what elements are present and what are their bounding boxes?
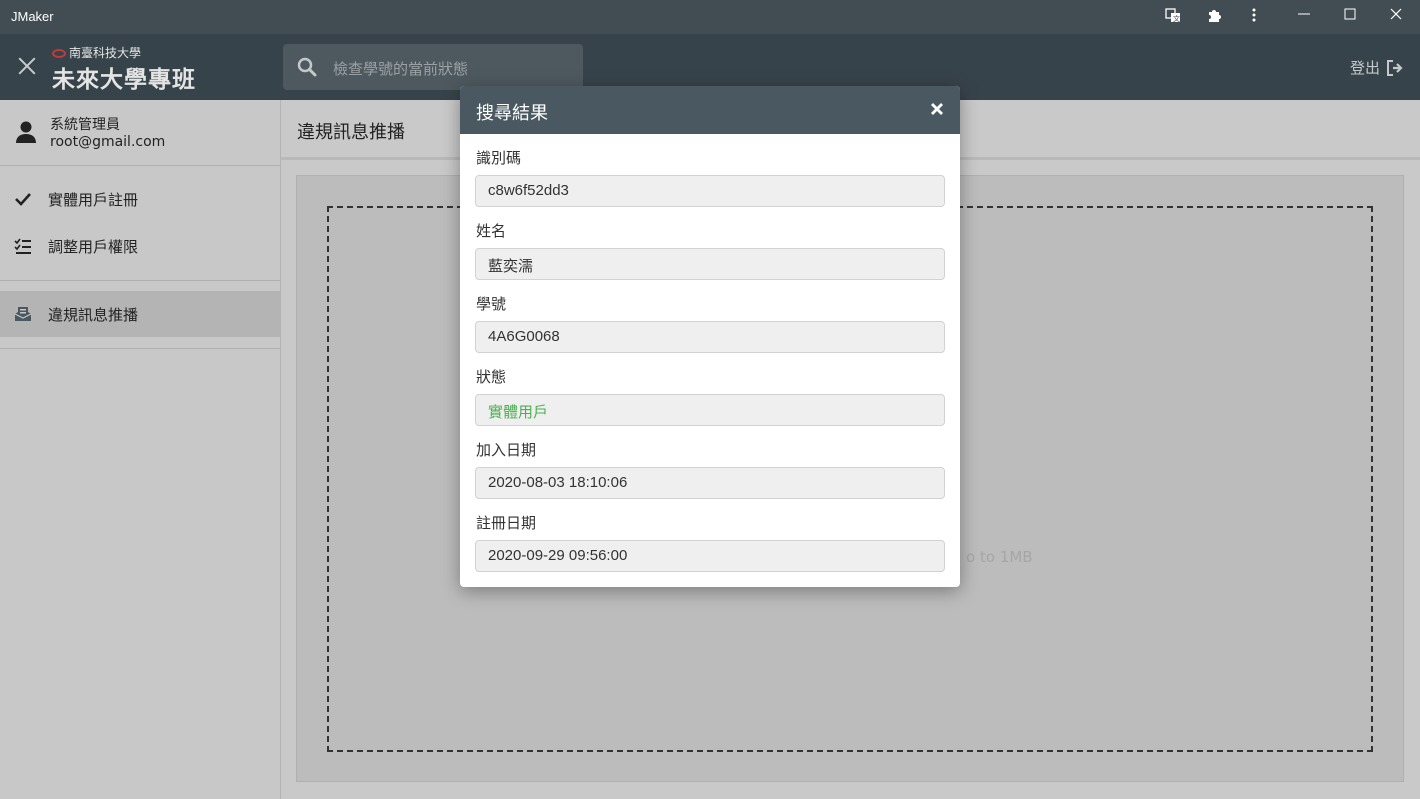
status-label: 狀態 bbox=[476, 368, 507, 386]
logout-button[interactable]: 登出 bbox=[1350, 57, 1404, 78]
translate-icon[interactable]: 文 bbox=[1163, 7, 1183, 27]
join-date-field: 2020-08-03 18:10:06 bbox=[475, 467, 945, 499]
user-email: root@gmail.com bbox=[50, 134, 166, 150]
puzzle-icon[interactable] bbox=[1204, 7, 1224, 27]
modal-close-button[interactable] bbox=[926, 98, 948, 120]
checklist-icon bbox=[14, 237, 32, 255]
minimize-icon[interactable] bbox=[1294, 7, 1314, 27]
sidebar: 系統管理員 root@gmail.com 實體用戶註冊 調整用戶權限 違規訊息推… bbox=[0, 100, 281, 799]
window-title: JMaker bbox=[11, 9, 54, 24]
modal-header: 搜尋結果 bbox=[460, 86, 960, 134]
search-input[interactable]: 檢查學號的當前狀態 bbox=[283, 44, 583, 90]
search-icon bbox=[297, 57, 317, 77]
name-label: 姓名 bbox=[476, 222, 507, 240]
logout-label: 登出 bbox=[1349, 59, 1380, 77]
status-field: 實體用戶 bbox=[475, 394, 945, 426]
sidebar-item-violation-push[interactable]: 違規訊息推播 bbox=[0, 291, 280, 337]
student-id-field: 4A6G0068 bbox=[475, 321, 945, 353]
svg-text:文: 文 bbox=[1173, 14, 1180, 23]
sidebar-item-label: 實體用戶註冊 bbox=[48, 191, 139, 209]
dropzone-hint: o to 1MB bbox=[966, 548, 1033, 566]
sidebar-divider bbox=[0, 348, 280, 349]
user-name: 系統管理員 bbox=[50, 117, 120, 133]
school-logo: 南臺科技大學 未來大學專班 bbox=[52, 44, 212, 93]
sign-out-icon bbox=[1387, 60, 1403, 76]
id-label: 識別碼 bbox=[476, 149, 522, 167]
sidebar-item-label: 違規訊息推播 bbox=[48, 306, 139, 324]
mailbox-icon bbox=[14, 305, 32, 323]
user-icon bbox=[16, 120, 36, 144]
name-field: 藍奕濡 bbox=[475, 248, 945, 280]
logo-school-name: 南臺科技大學 bbox=[69, 46, 142, 60]
window-close-icon[interactable] bbox=[1386, 7, 1406, 27]
page-title: 違規訊息推播 bbox=[297, 122, 405, 143]
search-placeholder: 檢查學號的當前狀態 bbox=[333, 60, 469, 78]
sidebar-item-permissions[interactable]: 調整用戶權限 bbox=[0, 223, 280, 269]
join-date-label: 加入日期 bbox=[476, 441, 537, 459]
logo-emblem-icon bbox=[52, 49, 66, 58]
user-profile: 系統管理員 root@gmail.com bbox=[0, 100, 280, 166]
window-titlebar: JMaker 文 bbox=[0, 0, 1420, 34]
register-date-field: 2020-09-29 09:56:00 bbox=[475, 540, 945, 572]
id-field: c8w6f52dd3 bbox=[475, 175, 945, 207]
student-id-label: 學號 bbox=[476, 295, 507, 313]
search-result-modal: 搜尋結果 識別碼 c8w6f52dd3 姓名 藍奕濡 學號 4A6G0068 狀… bbox=[460, 86, 960, 587]
sidebar-item-label: 調整用戶權限 bbox=[48, 238, 139, 256]
close-icon bbox=[931, 103, 943, 115]
register-date-label: 註冊日期 bbox=[476, 514, 537, 532]
modal-title: 搜尋結果 bbox=[476, 103, 548, 124]
maximize-icon[interactable] bbox=[1340, 7, 1360, 27]
logo-program-name: 未來大學專班 bbox=[52, 66, 196, 93]
sidebar-divider bbox=[0, 280, 280, 281]
sidebar-item-register[interactable]: 實體用戶註冊 bbox=[0, 176, 280, 222]
more-vert-icon[interactable] bbox=[1244, 7, 1264, 27]
check-icon bbox=[14, 190, 32, 208]
close-menu-icon[interactable] bbox=[15, 54, 39, 78]
